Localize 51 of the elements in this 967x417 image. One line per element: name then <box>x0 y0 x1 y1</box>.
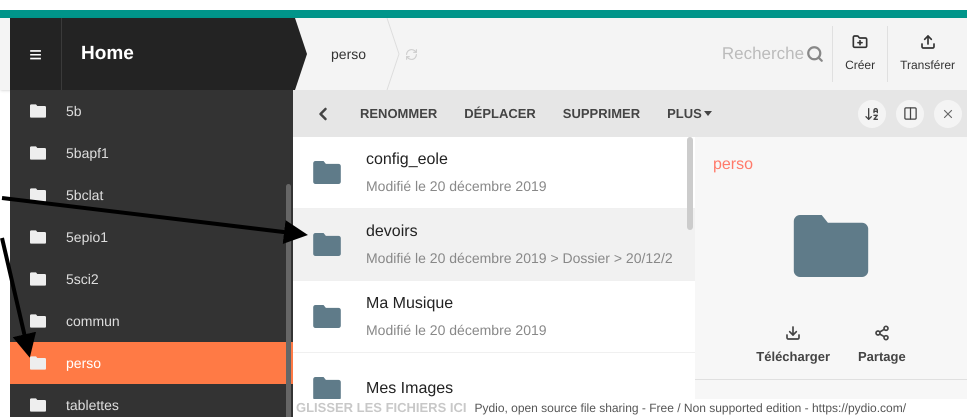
folder-icon <box>793 215 869 277</box>
upload-icon <box>920 34 936 50</box>
toolbar-button[interactable]: RENOMMER <box>360 104 438 124</box>
create-button[interactable]: Créer <box>832 26 888 82</box>
folder-icon <box>30 230 46 244</box>
footer-text: Pydio, open source file sharing - Free / Non supported edition - https://pydio.com/ <box>474 400 906 417</box>
caret-icon <box>704 111 712 116</box>
folder-icon <box>313 305 341 328</box>
details-title: perso <box>713 155 754 175</box>
sidebar-item[interactable]: tablettes <box>10 384 293 417</box>
download-icon <box>785 325 802 341</box>
file-name: devoirs <box>366 222 419 242</box>
file-row[interactable]: devoirs Modifié le 20 décembre 2019 > Dossier > 20/12/2 <box>293 209 695 281</box>
folder-icon <box>313 161 341 184</box>
sidebar-item[interactable]: 5bapf1 <box>10 132 293 174</box>
file-meta: Modifié le 20 décembre 2019 > Dossier > 20/12/2 <box>366 249 673 268</box>
toolbar-button[interactable]: DÉPLACER <box>464 104 536 124</box>
folder-icon <box>30 146 46 160</box>
folder-plus-icon <box>852 34 868 50</box>
header-title: Home <box>81 42 134 66</box>
columns-icon <box>902 106 918 121</box>
folder-icon <box>30 272 46 286</box>
more-menu-button[interactable]: PLUS <box>667 104 712 124</box>
sort-icon <box>864 106 880 122</box>
download-button[interactable]: Télécharger <box>756 325 830 366</box>
close-button[interactable] <box>934 100 962 128</box>
share-icon <box>874 325 890 341</box>
search-field[interactable]: Recherche <box>714 41 824 67</box>
file-name: config_eole <box>366 150 449 170</box>
search-icon <box>806 45 824 63</box>
folder-icon <box>313 377 341 399</box>
upload-button[interactable]: Transférer <box>887 26 967 82</box>
sidebar-item[interactable]: 5bclat <box>10 174 293 216</box>
file-meta: Modifié le 20 décembre 2019 <box>366 177 547 196</box>
file-name: Ma Musique <box>366 294 454 314</box>
folder-icon <box>30 104 46 118</box>
panel-toggle-button[interactable] <box>896 100 924 128</box>
sidebar-item[interactable]: 5sci2 <box>10 258 293 300</box>
file-meta: Modifié le 20 décembre 2019 <box>366 321 547 340</box>
sidebar-item[interactable]: commun <box>10 300 293 342</box>
folder-icon <box>30 356 46 370</box>
sort-button[interactable] <box>858 100 886 128</box>
toolbar-button[interactable]: SUPPRIMER <box>562 104 640 124</box>
sidebar-item[interactable]: 5b <box>10 90 293 132</box>
folder-icon <box>30 398 46 412</box>
folder-icon <box>30 314 46 328</box>
breadcrumb[interactable]: perso <box>331 44 366 64</box>
share-button[interactable]: Partage <box>858 325 906 366</box>
sidebar-item[interactable]: 5epio1 <box>10 216 293 258</box>
folder-icon <box>313 233 341 256</box>
file-name: Mes Images <box>366 378 454 398</box>
